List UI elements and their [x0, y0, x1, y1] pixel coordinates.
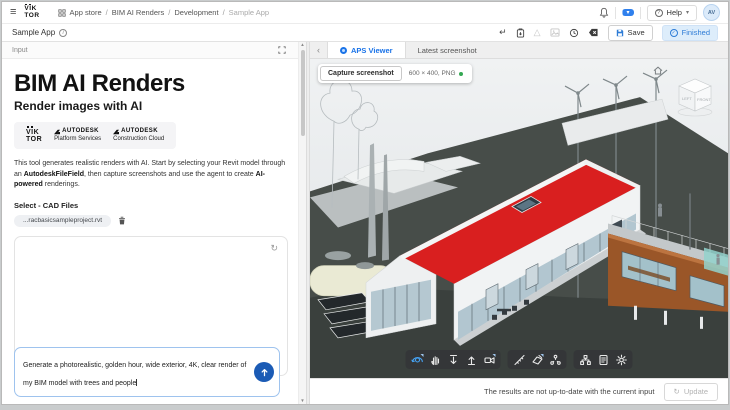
viewer-tabbar: ‹ APS Viewer Latest screenshot — [310, 42, 728, 59]
scroll-down-icon[interactable]: ▼ — [300, 398, 304, 404]
expand-panel-icon[interactable] — [278, 46, 286, 54]
home-view-icon[interactable] — [652, 65, 664, 76]
stale-results-message: The results are not up-to-date with the … — [484, 387, 655, 396]
app-name: Sample App i — [12, 28, 67, 37]
section-analysis-icon[interactable] — [529, 352, 546, 367]
delete-file-icon[interactable] — [118, 216, 126, 225]
measure-tools-group — [508, 350, 567, 369]
scroll-up-icon[interactable]: ▲ — [300, 42, 304, 48]
screenshot-root: ≡ VIK TOR App store / BIM AI Renders / D… — [0, 0, 730, 410]
viewcube-left-label: LEFT — [682, 96, 692, 101]
tab-latest-screenshot[interactable]: Latest screenshot — [406, 42, 489, 58]
breadcrumb-app-store[interactable]: App store — [70, 8, 102, 17]
prompt-text: Generate a photorealistic, golden hour, … — [23, 362, 246, 387]
chevron-down-icon: ▾ — [627, 9, 630, 16]
cad-file-row: ...racbasicsampleproject.rvt — [14, 215, 288, 227]
pan-tool-icon[interactable] — [427, 352, 444, 367]
check-icon: ✓ — [670, 29, 678, 37]
resolution-badge: 600 × 400, PNG — [402, 70, 470, 77]
scrollbar-thumb[interactable] — [301, 50, 305, 136]
publish-dropdown-button[interactable]: ▾ — [622, 9, 634, 16]
page-subtitle: Render images with AI — [14, 99, 288, 113]
return-shortcut-icon[interactable]: ↵ — [499, 28, 507, 37]
status-dot — [459, 72, 463, 76]
explode-model-icon[interactable] — [547, 352, 564, 367]
tool-description: This tool generates realistic renders wi… — [14, 159, 286, 191]
file-chip[interactable]: ...racbasicsampleproject.rvt — [14, 215, 111, 227]
viktor-logo[interactable]: VIK TOR — [24, 6, 39, 19]
publish-button-group: Publish ▾ — [622, 9, 634, 16]
orbit-tool-icon[interactable] — [409, 352, 426, 367]
zoom-tool-icon[interactable] — [445, 352, 462, 367]
input-panel-title: Input — [12, 47, 28, 54]
aps-viewer-icon — [340, 47, 347, 54]
finished-button[interactable]: ✓ Finished — [662, 25, 718, 41]
save-icon — [616, 29, 624, 37]
viktor-logo-small: VIK TOR — [26, 129, 42, 143]
capture-controls: Capture screenshot 600 × 400, PNG — [318, 64, 472, 83]
copy-app-icon[interactable] — [516, 28, 525, 38]
cad-files-field-label: Select - CAD Files — [14, 201, 288, 210]
info-icon[interactable]: i — [59, 29, 67, 37]
model-tools-group — [574, 350, 633, 369]
properties-icon[interactable] — [595, 352, 612, 367]
navigation-tools-group — [406, 350, 501, 369]
capture-screenshot-button[interactable]: Capture screenshot — [320, 66, 402, 81]
grid-icon — [58, 9, 66, 17]
refresh-icon: ↻ — [674, 387, 680, 396]
camera-interactions-icon[interactable] — [481, 352, 498, 367]
autodesk-construction-cloud-logo: AUTODESK Construction Cloud — [113, 128, 164, 143]
breadcrumb-sample-app[interactable]: Sample App — [229, 8, 269, 17]
autodesk-mark-icon — [113, 129, 119, 135]
results-panel: ‹ APS Viewer Latest screenshot — [310, 42, 728, 404]
tab-aps-viewer[interactable]: APS Viewer — [327, 42, 406, 58]
settings-icon[interactable] — [613, 352, 630, 367]
autodesk-mark-icon — [54, 129, 60, 135]
app-toolbar: Sample App i ↵ △ Save ✓ Finished — [2, 24, 728, 42]
header-actions: Publish ▾ ? Help ▾ AV — [599, 4, 720, 21]
fit-to-view-icon[interactable] — [463, 352, 480, 367]
help-icon: ? — [655, 9, 663, 17]
clear-icon[interactable] — [588, 28, 599, 37]
viewcube-front-label: FRONT — [697, 97, 711, 102]
aps-viewer-3d-scene[interactable] — [310, 59, 728, 378]
input-panel-content: BIM AI Renders Render images with AI VIK… — [2, 59, 298, 404]
breadcrumb: App store / BIM AI Renders / Development… — [58, 8, 270, 17]
editor-actions: ↵ △ Save ✓ Finished — [499, 25, 718, 41]
main-area: Input BIM AI Renders Render images with … — [2, 42, 728, 404]
model-browser-icon[interactable] — [577, 352, 594, 367]
brand-logos-bar: VIK TOR AUTODESK Platform Services AUTOD… — [14, 122, 176, 149]
help-button[interactable]: ? Help ▾ — [647, 5, 697, 21]
breadcrumb-bim-ai-renders[interactable]: BIM AI Renders — [112, 8, 165, 17]
view-cube[interactable]: LEFT FRONT — [670, 75, 720, 119]
left-panel-scrollbar[interactable]: ▲ ▼ — [298, 42, 306, 404]
top-header: ≡ VIK TOR App store / BIM AI Renders / D… — [2, 2, 728, 24]
viewer-toolbar — [406, 350, 633, 369]
input-panel-header: Input — [2, 42, 306, 59]
breadcrumb-development[interactable]: Development — [174, 8, 218, 17]
hamburger-menu-icon[interactable]: ≡ — [10, 7, 16, 18]
measure-tool-icon[interactable] — [511, 352, 528, 367]
input-panel: Input BIM AI Renders Render images with … — [2, 42, 306, 404]
aps-viewer-viewport: Capture screenshot 600 × 400, PNG LEFT F… — [310, 59, 728, 378]
text-cursor — [136, 379, 137, 386]
send-button[interactable] — [254, 362, 274, 382]
prompt-input[interactable]: Generate a photorealistic, golden hour, … — [14, 347, 280, 397]
bell-icon[interactable] — [599, 7, 609, 18]
page-title: BIM AI Renders — [14, 71, 288, 96]
user-avatar[interactable]: AV — [703, 4, 720, 21]
save-button[interactable]: Save — [608, 25, 653, 41]
refresh-chat-icon[interactable]: ↻ — [270, 244, 278, 253]
chevron-down-icon: ▾ — [686, 9, 689, 16]
collapse-panel-icon[interactable]: ‹ — [310, 42, 327, 58]
autodesk-platform-services-logo: AUTODESK Platform Services — [54, 128, 101, 143]
warning-icon[interactable]: △ — [534, 28, 541, 37]
history-icon[interactable] — [569, 28, 579, 38]
results-footer: The results are not up-to-date with the … — [310, 378, 728, 404]
viktor-app-window: ≡ VIK TOR App store / BIM AI Renders / D… — [2, 2, 728, 404]
send-arrow-icon — [260, 368, 269, 377]
update-button[interactable]: ↻ Update — [664, 383, 718, 401]
image-icon[interactable] — [550, 28, 560, 37]
